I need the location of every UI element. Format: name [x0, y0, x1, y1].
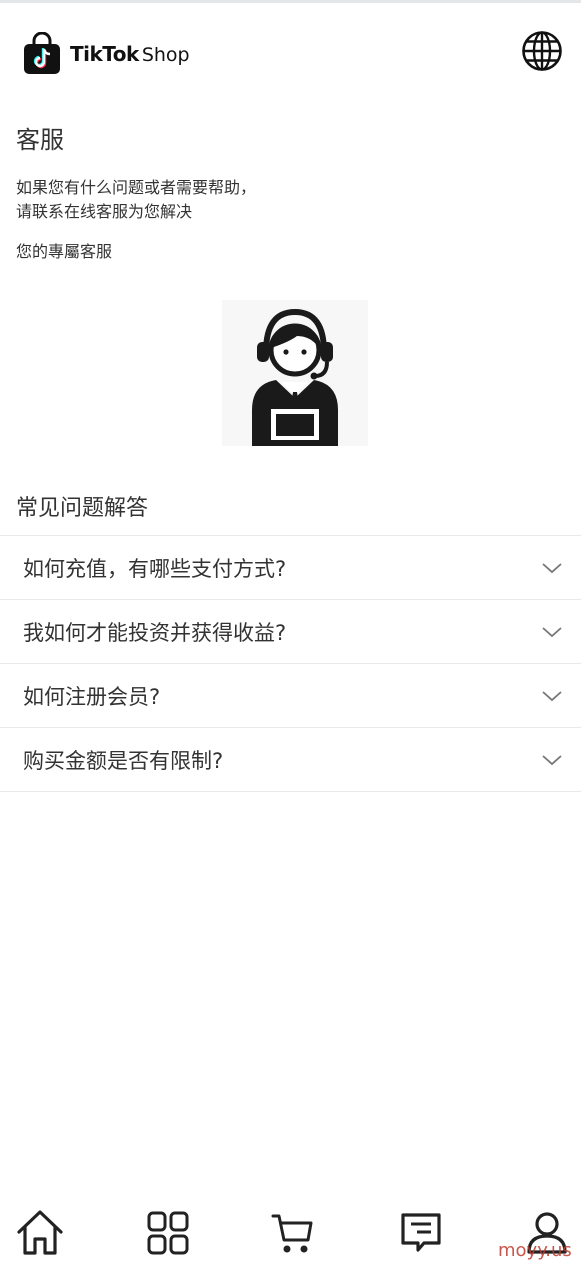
brand-shop-label: Shop [141, 44, 190, 66]
nav-categories[interactable] [143, 1208, 193, 1258]
help-description-line-2: 请联系在线客服为您解决 [16, 202, 193, 221]
top-divider [0, 0, 581, 3]
faq-question: 我如何才能投资并获得收益? [23, 620, 287, 645]
tiktok-shop-bag-icon [24, 32, 60, 74]
faq-title: 常见问题解答 [16, 496, 149, 521]
faq-question: 如何充值，有哪些支付方式? [23, 556, 287, 581]
nav-messages[interactable] [396, 1208, 446, 1258]
cart-icon [271, 1214, 313, 1253]
faq-item-purchase-limit[interactable]: 购买金额是否有限制? [0, 728, 581, 792]
chevron-down-icon [542, 690, 562, 701]
faq-item-payment[interactable]: 如何充值，有哪些支付方式? [0, 536, 581, 600]
nav-cart[interactable] [268, 1208, 318, 1258]
bottom-nav [0, 1192, 581, 1268]
help-description: 如果您有什么问题或者需要帮助， 请联系在线客服为您解决 [16, 176, 256, 224]
categories-icon [147, 1211, 189, 1255]
page-title: 客服 [16, 126, 64, 154]
message-icon [401, 1213, 441, 1252]
globe-icon[interactable] [521, 30, 563, 72]
header: TikTok Shop [0, 28, 581, 80]
faq-item-invest[interactable]: 我如何才能投资并获得收益? [0, 600, 581, 664]
faq-item-register[interactable]: 如何注册会员? [0, 664, 581, 728]
exclusive-service-label: 您的專屬客服 [16, 242, 113, 261]
chevron-down-icon [542, 754, 562, 765]
nav-home[interactable] [15, 1208, 65, 1258]
chevron-down-icon [542, 626, 562, 637]
faq-list: 如何充值，有哪些支付方式? 我如何才能投资并获得收益? 如何注册会员? 购买金额… [0, 535, 581, 792]
help-description-line-1: 如果您有什么问题或者需要帮助， [16, 178, 257, 197]
customer-service-agent-icon [252, 308, 338, 446]
home-icon [17, 1210, 63, 1255]
watermark: moyy.us [498, 1240, 572, 1261]
faq-question: 购买金额是否有限制? [23, 748, 224, 773]
customer-service-agent-button[interactable] [222, 300, 368, 446]
chevron-down-icon [542, 562, 562, 573]
faq-question: 如何注册会员? [23, 684, 161, 709]
brand-logo[interactable]: TikTok Shop [22, 32, 190, 76]
brand-name: TikTok [70, 42, 139, 66]
